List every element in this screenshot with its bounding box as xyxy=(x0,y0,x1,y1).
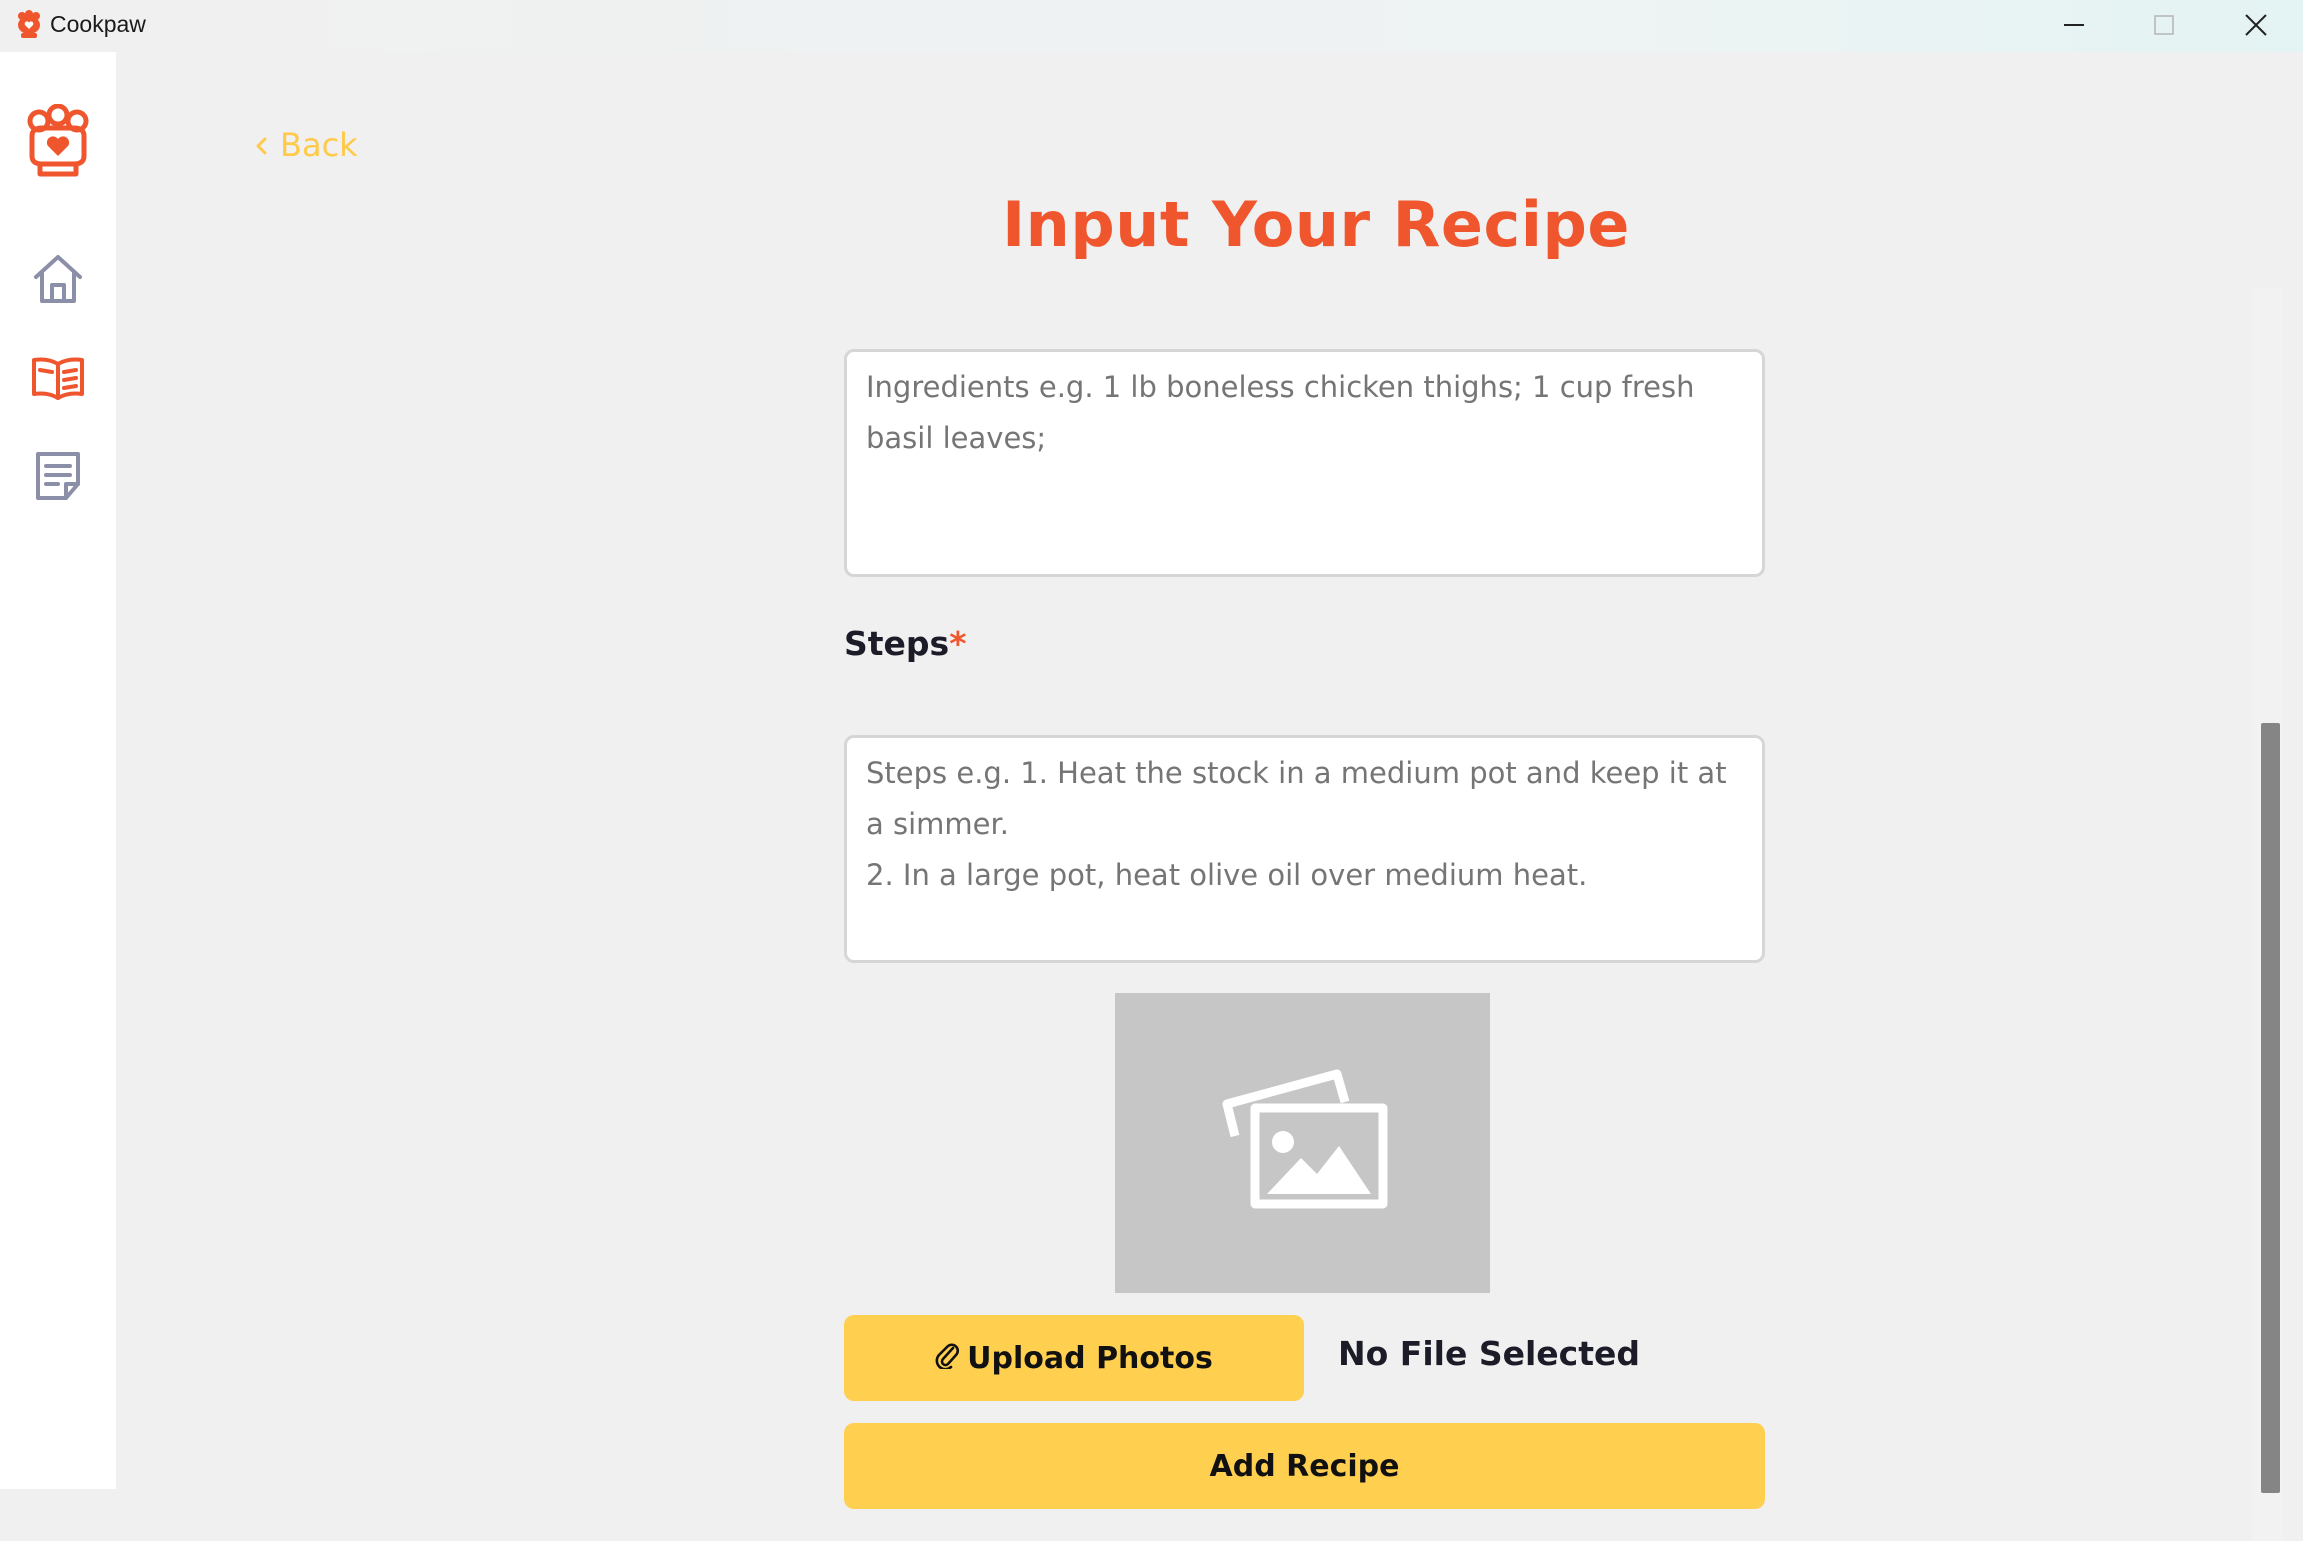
file-status-text: No File Selected xyxy=(1338,1334,1640,1373)
minimize-button[interactable] xyxy=(2028,0,2120,50)
upload-photos-button[interactable]: Upload Photos xyxy=(844,1315,1304,1401)
page-title: Input Your Recipe xyxy=(1002,188,1630,261)
main-content: Back Input Your Recipe Steps* Upload Pho… xyxy=(116,52,2303,1541)
cookpaw-app-icon xyxy=(14,10,44,40)
chevron-left-icon xyxy=(254,126,268,164)
add-recipe-button[interactable]: Add Recipe xyxy=(844,1423,1765,1509)
steps-label-text: Steps xyxy=(844,624,950,663)
sidebar xyxy=(0,52,116,1489)
home-icon[interactable] xyxy=(30,251,86,307)
steps-label: Steps* xyxy=(844,624,966,663)
steps-textarea[interactable] xyxy=(844,735,1765,963)
ingredients-textarea[interactable] xyxy=(844,349,1765,577)
back-label: Back xyxy=(280,126,358,164)
paperclip-icon xyxy=(935,1339,961,1377)
window-title: Cookpaw xyxy=(50,11,146,37)
required-asterisk: * xyxy=(949,624,967,663)
image-placeholder-icon xyxy=(1213,1066,1393,1220)
window-titlebar: Cookpaw xyxy=(0,0,2303,52)
close-button[interactable] xyxy=(2210,0,2302,50)
recipe-book-icon[interactable] xyxy=(30,350,86,406)
cookpaw-logo-icon[interactable] xyxy=(24,103,92,180)
scrollbar-thumb[interactable] xyxy=(2261,723,2280,1493)
upload-photos-label: Upload Photos xyxy=(967,1340,1213,1376)
photo-preview xyxy=(1115,993,1490,1293)
notes-icon[interactable] xyxy=(30,448,86,504)
maximize-button[interactable] xyxy=(2118,0,2210,50)
back-link[interactable]: Back xyxy=(254,126,358,164)
